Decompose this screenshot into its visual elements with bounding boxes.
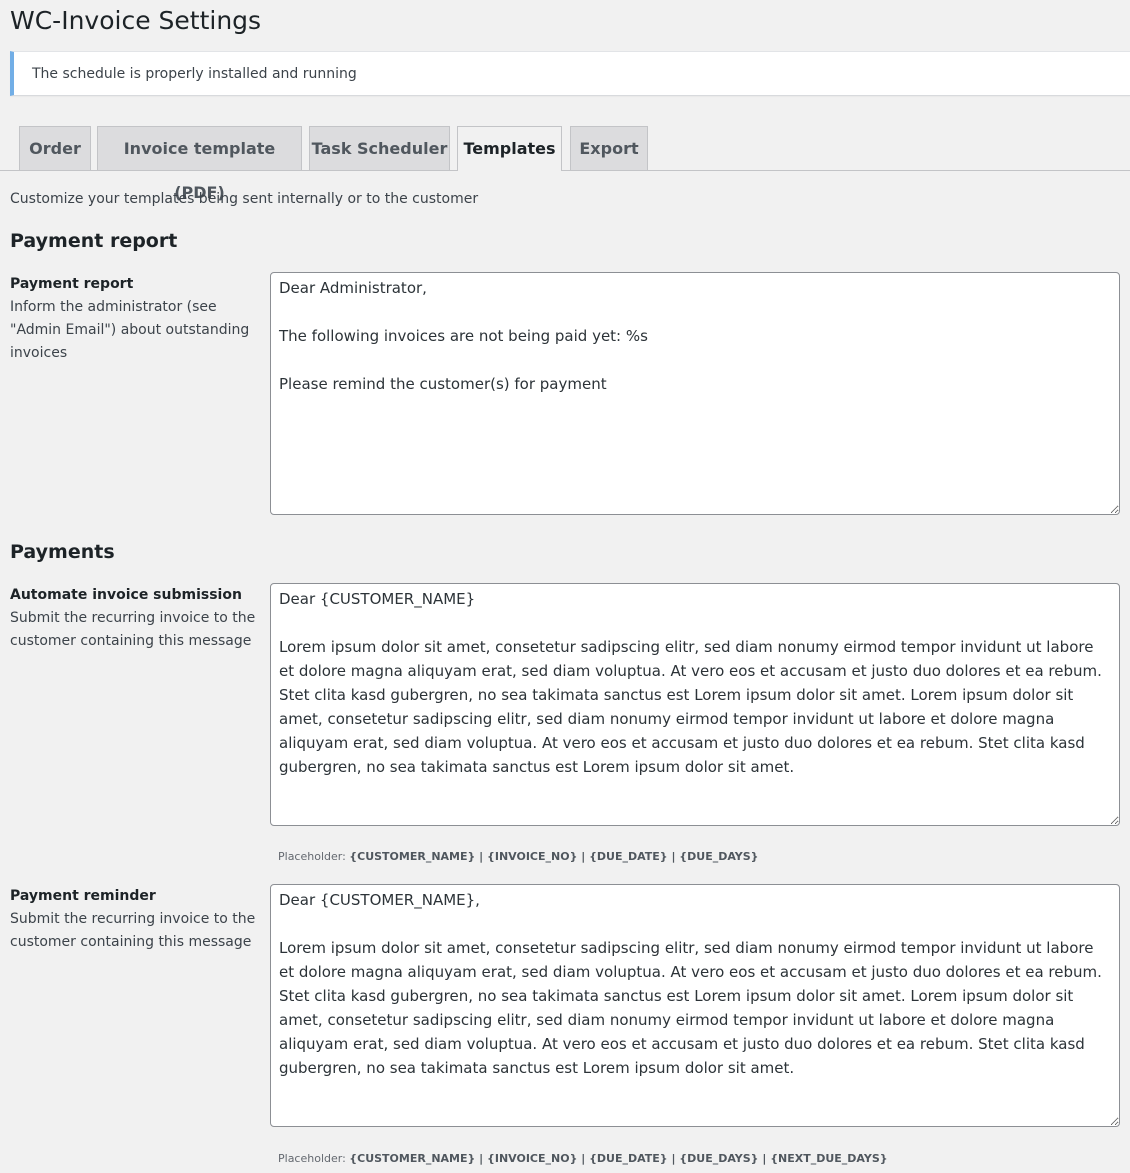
notice-text: The schedule is properly installed and r… [32,66,357,82]
section-title-payments: Payments [10,541,115,563]
info-notice: The schedule is properly installed and r… [10,51,1130,96]
tab-invoice-template-pdf[interactable]: Invoice template (PDF) [97,126,302,202]
payment-report-description: Inform the administrator (see "Admin Ema… [10,299,250,361]
section-title-payment-report: Payment report [10,230,178,252]
settings-tabs: Order Invoice template (PDF) Task Schedu… [0,126,1130,202]
intro-text: Customize your templates being sent inte… [10,191,479,207]
reminder-placeholder-hint: Placeholder: {CUSTOMER_NAME} | {INVOICE_… [278,1152,888,1166]
page-title: WC-Invoice Settings [10,6,262,35]
payment-report-textarea[interactable] [270,272,1120,515]
automate-invoice-label-title: Automate invoice submission [10,587,242,603]
automate-placeholder-label: Placeholder: [278,850,346,863]
tab-templates[interactable]: Templates [457,126,562,171]
payment-reminder-label-title: Payment reminder [10,888,156,904]
automate-placeholder-codes: {CUSTOMER_NAME} | {INVOICE_NO} | {DUE_DA… [349,850,759,863]
automate-placeholder-hint: Placeholder: {CUSTOMER_NAME} | {INVOICE_… [278,850,759,864]
payment-reminder-label: Payment reminder Submit the recurring in… [10,885,260,954]
automate-invoice-textarea[interactable] [270,583,1120,826]
payment-report-label: Payment report Inform the administrator … [10,273,260,365]
reminder-placeholder-label: Placeholder: [278,1152,346,1165]
payment-report-label-title: Payment report [10,276,134,292]
tab-export[interactable]: Export [570,126,648,170]
tab-order[interactable]: Order [19,126,91,170]
reminder-placeholder-codes: {CUSTOMER_NAME} | {INVOICE_NO} | {DUE_DA… [349,1152,888,1165]
payment-reminder-textarea[interactable] [270,884,1120,1127]
tab-task-scheduler[interactable]: Task Scheduler [309,126,450,170]
payment-reminder-description: Submit the recurring invoice to the cust… [10,911,256,950]
automate-invoice-label: Automate invoice submission Submit the r… [10,584,260,653]
automate-invoice-description: Submit the recurring invoice to the cust… [10,610,256,649]
